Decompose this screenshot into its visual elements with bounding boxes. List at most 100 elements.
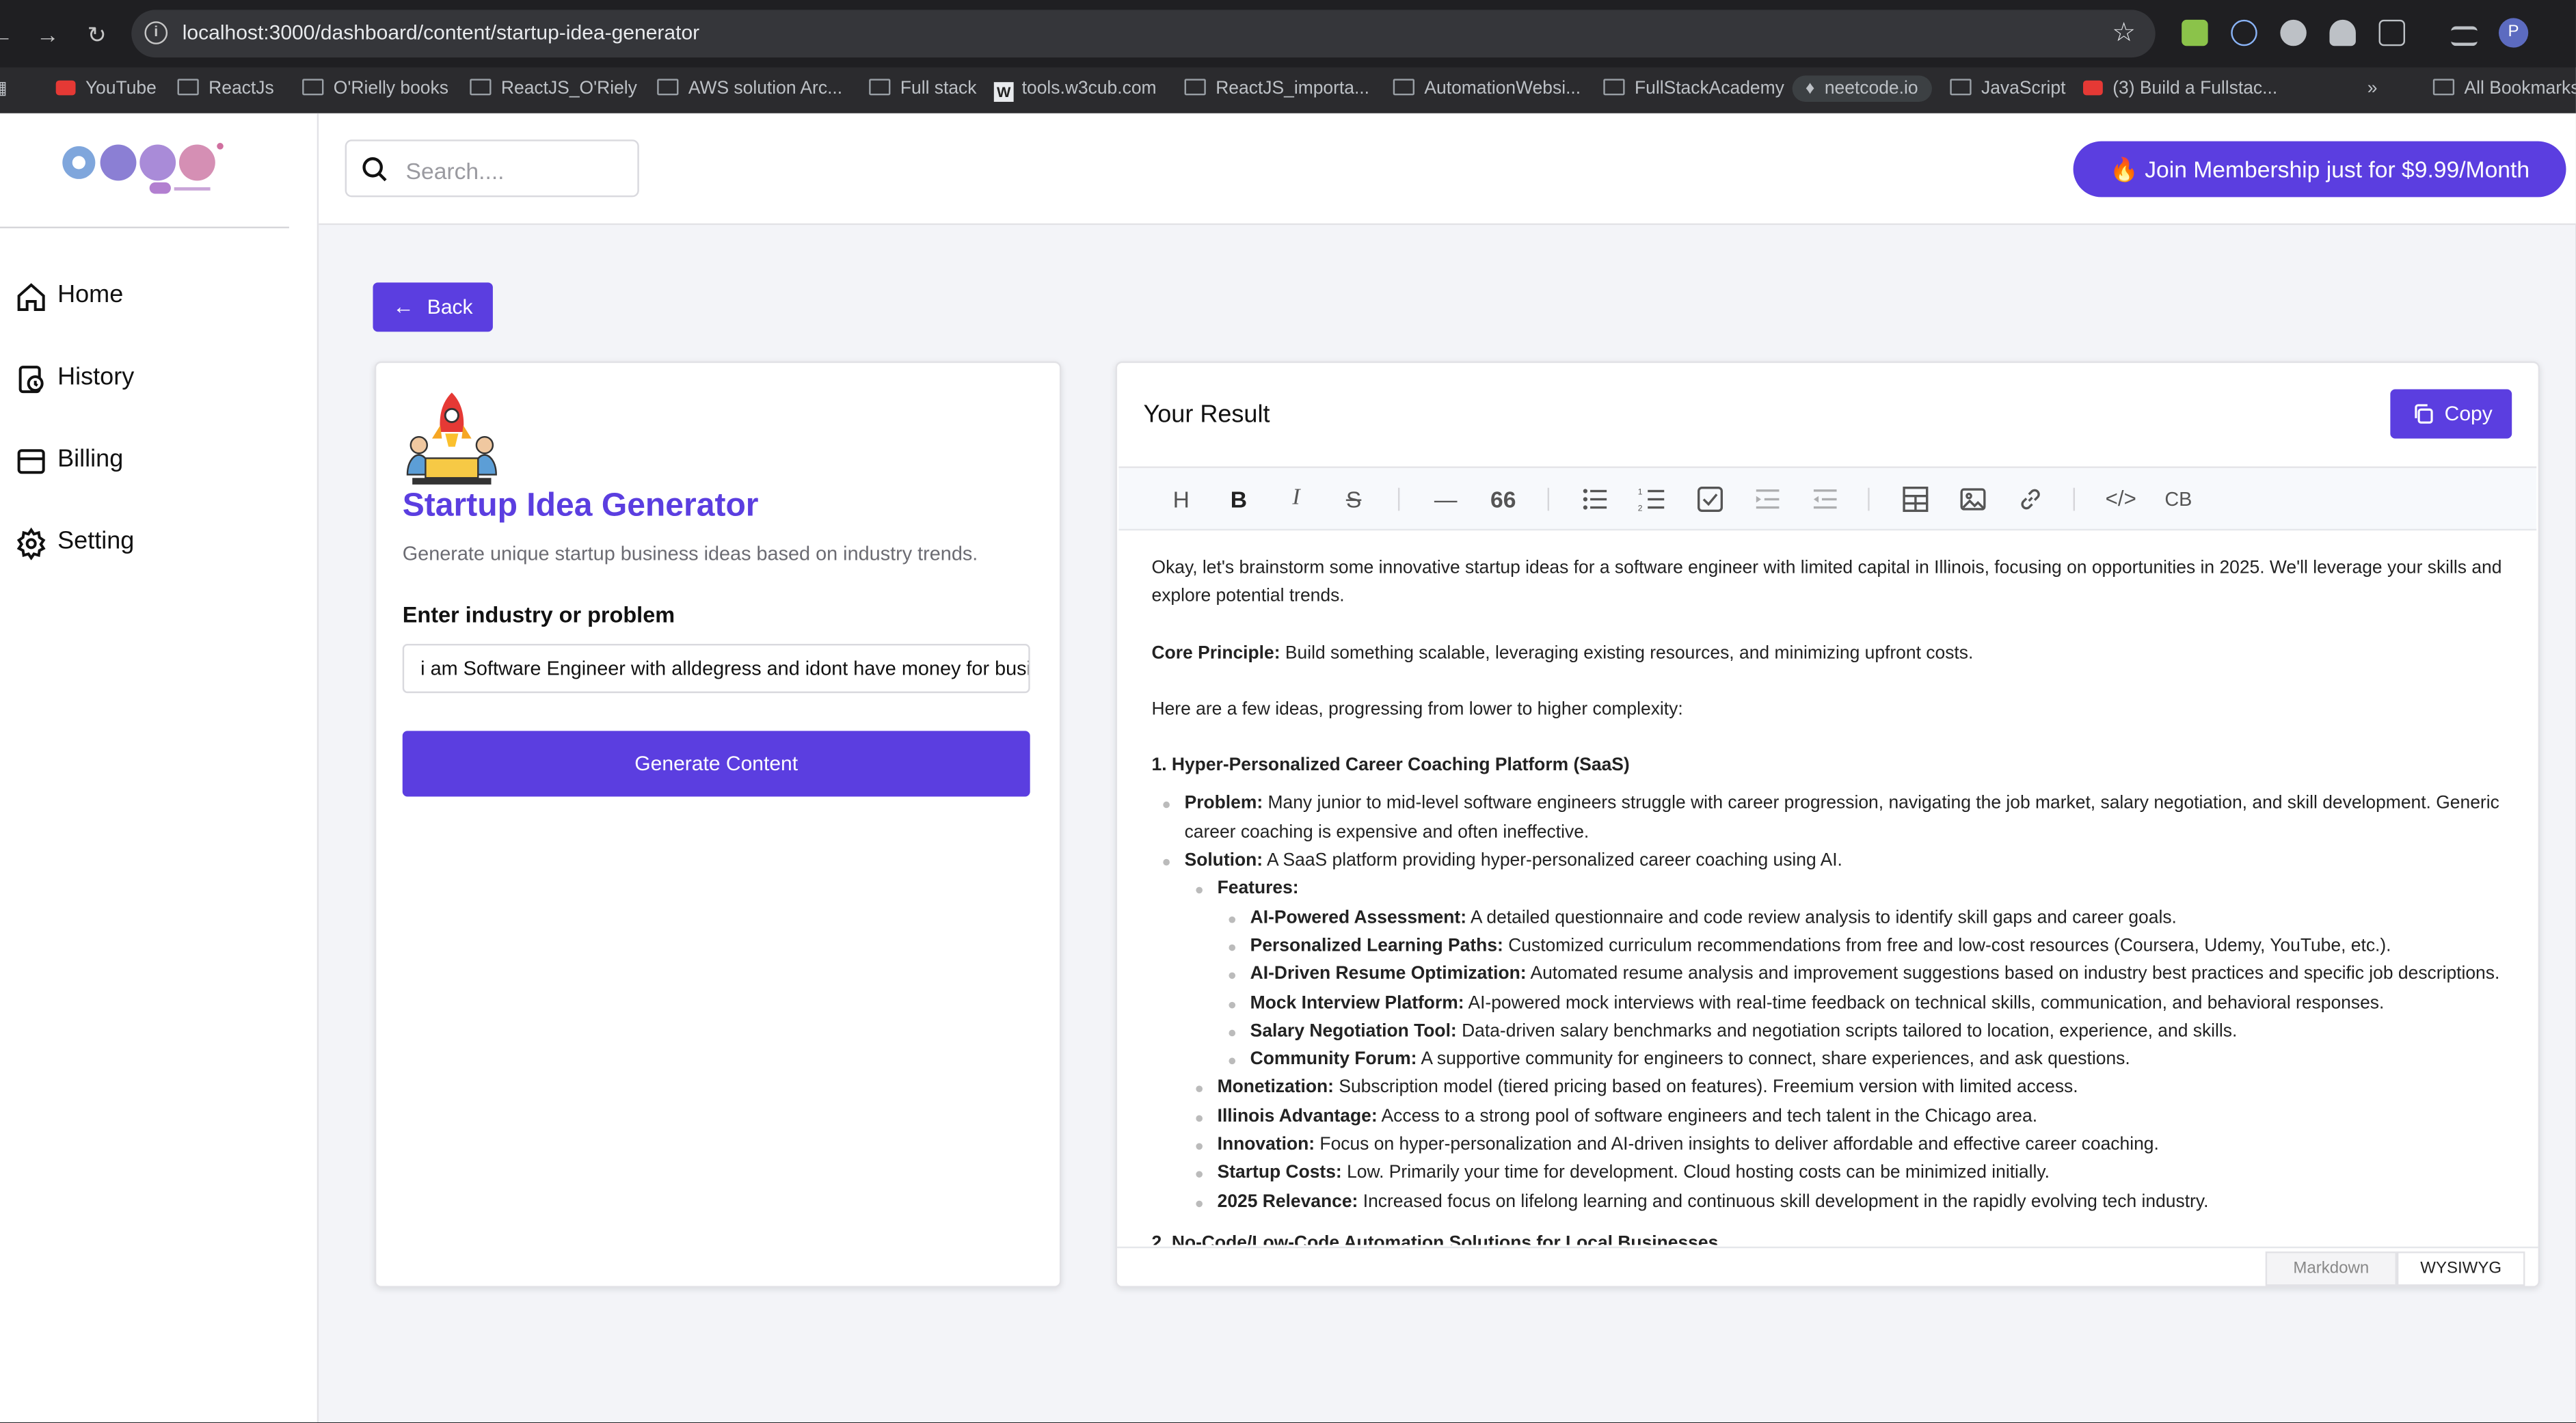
sidebar-item-setting[interactable]: Setting	[15, 522, 295, 568]
ordered-list-icon[interactable]: 12	[1636, 483, 1669, 515]
bookmark-neetcode[interactable]: ♦ neetcode.io	[1792, 75, 1931, 102]
folder-icon	[2432, 79, 2455, 96]
copy-button[interactable]: Copy	[2390, 389, 2512, 439]
bookmark-label: ReactJS_importa...	[1216, 79, 1370, 99]
bookmark-aws[interactable]: AWS solution Arc...	[657, 76, 842, 102]
table-icon[interactable]	[1899, 483, 1932, 515]
search-icon	[362, 157, 387, 182]
search-input[interactable]	[402, 151, 633, 191]
tool-description: Generate unique startup business ideas b…	[402, 541, 978, 565]
folder-icon	[1603, 79, 1625, 96]
bookmark-reactjs-importa[interactable]: ReactJS_importa...	[1184, 76, 1370, 102]
italic-icon[interactable]: I	[1280, 483, 1313, 515]
forward-arrow-icon[interactable]: →	[33, 20, 62, 49]
url-text[interactable]: localhost:3000/dashboard/content/startup…	[183, 21, 699, 44]
detail-label: Illinois Advantage:	[1217, 1107, 1378, 1126]
sidebar-item-home[interactable]: Home	[15, 276, 295, 322]
join-membership-button[interactable]: 🔥 Join Membership just for $9.99/Month	[2073, 141, 2566, 198]
bookmark-label: AutomationWebsi...	[1424, 79, 1581, 99]
detail-label: Startup Costs:	[1217, 1163, 1342, 1183]
extension-p-icon[interactable]	[2182, 19, 2208, 46]
bookmark-w3cub[interactable]: Wtools.w3cub.com	[993, 76, 1157, 102]
site-info-icon[interactable]: i	[144, 21, 168, 44]
bookmark-star-icon[interactable]: ☆	[2112, 16, 2135, 49]
wysiwyg-mode-tab[interactable]: WYSIWYG	[2396, 1251, 2525, 1286]
markdown-mode-tab[interactable]: Markdown	[2265, 1251, 2397, 1286]
bookmarks-overflow-icon[interactable]: »	[2367, 76, 2378, 102]
bookmark-full-stack[interactable]: Full stack	[869, 76, 977, 102]
bold-icon[interactable]: B	[1222, 483, 1255, 515]
bookmark-label: neetcode.io	[1824, 79, 1918, 99]
back-arrow-icon[interactable]: ←	[0, 20, 16, 49]
omnibox[interactable]: i localhost:3000/dashboard/content/start…	[131, 10, 2156, 58]
industry-input[interactable]: i am Software Engineer with alldegress a…	[402, 643, 1030, 694]
bookmark-build-fullstack[interactable]: (3) Build a Fullstac...	[2083, 76, 2277, 102]
intro-paragraph: Okay, let's brainstorm some innovative s…	[1151, 558, 2502, 607]
search-box[interactable]	[345, 139, 639, 198]
react-devtools-icon[interactable]	[2231, 19, 2257, 46]
copy-icon	[2415, 404, 2433, 424]
extensions-puzzle-icon[interactable]	[2378, 19, 2405, 46]
sidebar-item-history[interactable]: History	[15, 358, 295, 404]
youtube-icon	[55, 80, 76, 96]
list-item: Features: AI-Powered Assessment: A detai…	[1196, 876, 2515, 1075]
bookmark-all[interactable]: All Bookmarks	[2432, 76, 2576, 102]
bookmark-reactjs[interactable]: ReactJs	[177, 76, 274, 102]
task-list-icon[interactable]	[1693, 483, 1726, 515]
reload-icon[interactable]: ↻	[82, 20, 111, 49]
result-title: Your Result	[1143, 401, 1270, 429]
bookmark-fullstackacademy[interactable]: FullStackAcademy	[1603, 76, 1784, 102]
logo[interactable]	[59, 139, 227, 199]
indent-icon[interactable]	[1752, 483, 1784, 515]
w-icon: W	[993, 82, 1014, 102]
bookmark-youtube[interactable]: YouTube	[55, 76, 157, 102]
solution-sublist: Features: AI-Powered Assessment: A detai…	[1185, 876, 2515, 1217]
strike-icon[interactable]: S	[1337, 483, 1370, 515]
generate-content-button[interactable]: Generate Content	[402, 731, 1030, 797]
horizontal-rule-icon[interactable]: —	[1430, 483, 1462, 515]
bookmark-label: FullStackAcademy	[1634, 79, 1784, 99]
list-item: Mock Interview Platform: AI-powered mock…	[1229, 990, 2515, 1018]
folder-icon	[1393, 79, 1414, 96]
back-button-label: Back	[427, 295, 473, 319]
bookmark-javascript[interactable]: JavaScript	[1950, 76, 2065, 102]
heading-icon[interactable]: H	[1165, 483, 1198, 515]
editor-mode-bar: Markdown WYSIWYG	[1117, 1246, 2538, 1286]
toolbar-divider	[1547, 487, 1550, 511]
bookmark-reactjs-oriely[interactable]: ReactJS_O'Riely	[470, 76, 637, 102]
code-icon[interactable]: </>	[2104, 483, 2137, 515]
bookmark-label: All Bookmarks	[2464, 79, 2576, 99]
startup-rocket-icon	[406, 392, 497, 485]
quote-icon[interactable]: 66	[1487, 483, 1520, 515]
detail-text: Low. Primarily your time for development…	[1341, 1163, 2050, 1183]
code-block-icon[interactable]: CB	[2162, 483, 2195, 515]
bookmark-orielly-books[interactable]: O'Rielly books	[302, 76, 448, 102]
top-header: 🔥 Join Membership just for $9.99/Month	[319, 113, 2576, 226]
extension-hat-icon[interactable]	[2329, 19, 2356, 46]
media-control-icon[interactable]	[2451, 26, 2478, 46]
bookmark-automation[interactable]: AutomationWebsi...	[1393, 76, 1581, 102]
sidebar: Home History Billing Setting	[0, 113, 319, 1422]
outdent-icon[interactable]	[1809, 483, 1842, 515]
lead-paragraph: Here are a few ideas, progressing from l…	[1151, 699, 1683, 720]
back-button[interactable]: ← Back	[373, 282, 493, 332]
image-icon[interactable]	[1957, 483, 1989, 515]
link-icon[interactable]	[2014, 483, 2047, 515]
result-content[interactable]: Okay, let's brainstorm some innovative s…	[1152, 555, 2515, 1245]
history-icon	[18, 366, 44, 394]
profile-avatar[interactable]: P	[2498, 18, 2529, 48]
apps-grid-icon[interactable]: ▦	[0, 76, 8, 102]
sidebar-item-billing[interactable]: Billing	[15, 440, 295, 486]
feature-label: Personalized Learning Paths:	[1250, 936, 1503, 956]
features-list: AI-Powered Assessment: A detailed questi…	[1218, 904, 2515, 1074]
detail-text: Focus on hyper-personalization and AI-dr…	[1315, 1135, 2159, 1155]
markdown-editor: H B I S — 66 12 </> CB Okay, let's brain…	[1118, 466, 2537, 1248]
bookmarks-bar: ▦ YouTube ReactJs O'Rielly books ReactJS…	[0, 68, 2576, 110]
bookmark-label: (3) Build a Fullstac...	[2112, 79, 2278, 99]
bullet-list-icon[interactable]	[1579, 483, 1611, 515]
features-label: Features:	[1217, 879, 1299, 899]
extension-circle-icon[interactable]	[2280, 19, 2307, 46]
editor-toolbar: H B I S — 66 12 </> CB	[1118, 467, 2537, 531]
folder-icon	[869, 79, 891, 96]
detail-label: Monetization:	[1217, 1078, 1334, 1098]
